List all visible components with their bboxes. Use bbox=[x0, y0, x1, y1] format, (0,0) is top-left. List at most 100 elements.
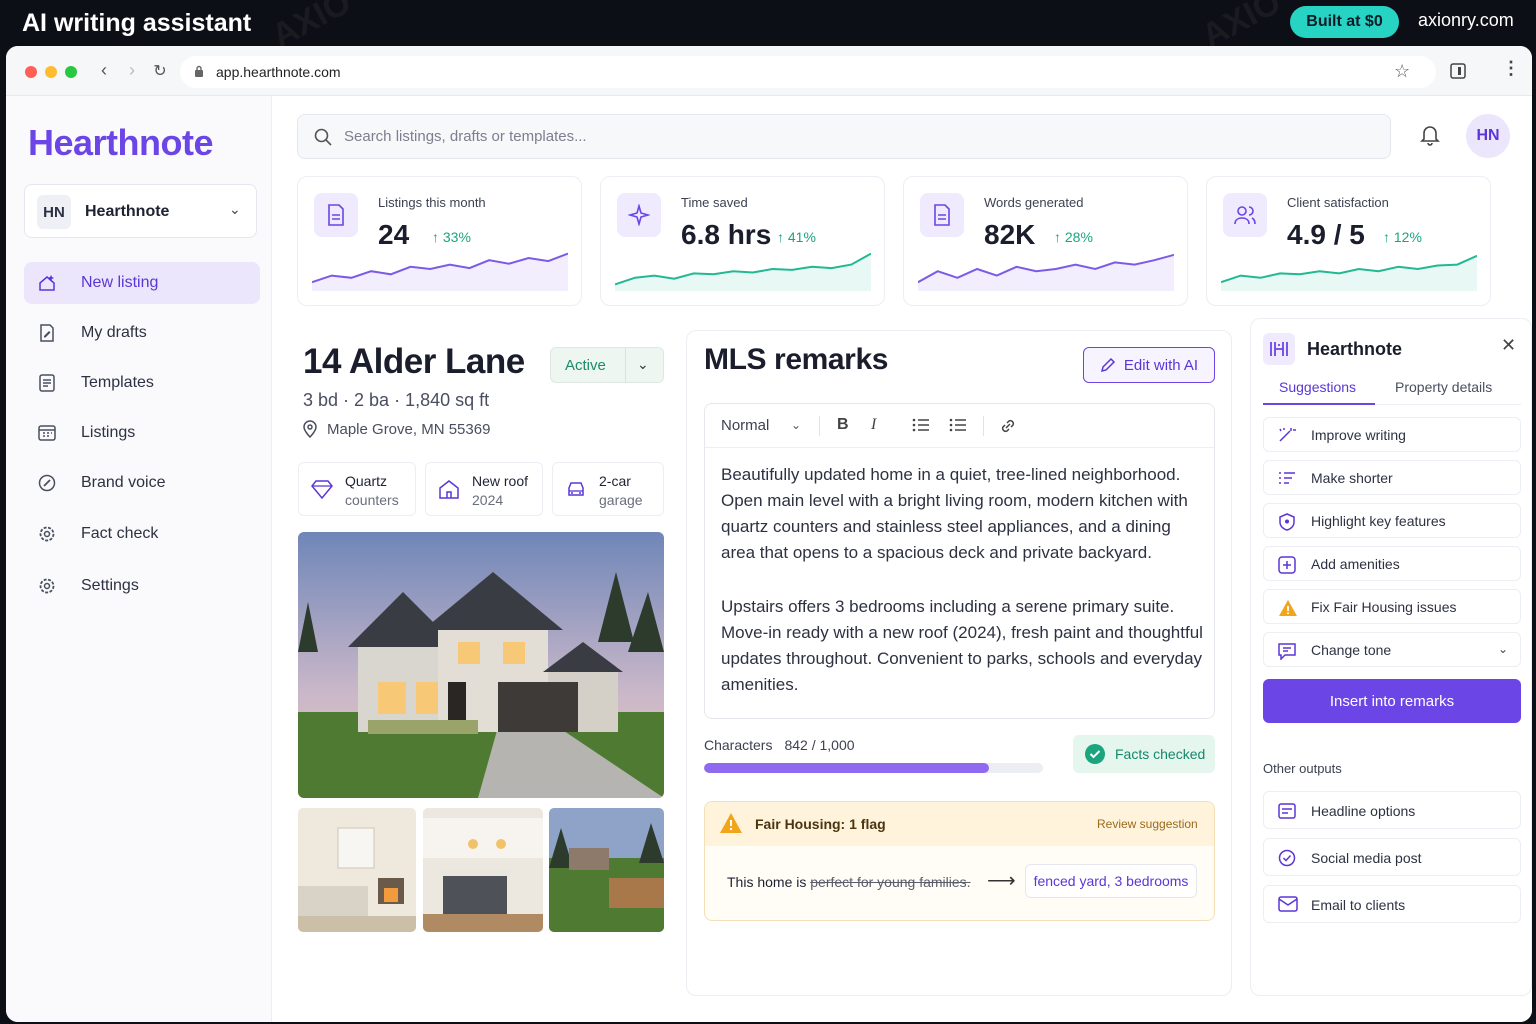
brand-logo[interactable]: Hearthnote bbox=[28, 122, 214, 164]
plus-box-icon bbox=[1278, 556, 1296, 574]
remarks-paragraph: Beautifully updated home in a quiet, tre… bbox=[721, 465, 1188, 562]
action-fix-fair-housing[interactable]: Fix Fair Housing issues bbox=[1263, 589, 1521, 624]
minimize-window-dot[interactable] bbox=[45, 66, 57, 78]
browser-chrome: ‹ › ↻ app.hearthnote.com ☆ ⋮ bbox=[6, 46, 1532, 96]
stat-card-satisfaction: Client satisfaction 4.9 / 5 ↑ 12% bbox=[1206, 176, 1491, 306]
flagged-phrase: perfect for young families. bbox=[810, 874, 971, 890]
action-improve-writing[interactable]: Improve writing bbox=[1263, 417, 1521, 452]
output-headline-options[interactable]: Headline options bbox=[1263, 791, 1521, 829]
maximize-window-dot[interactable] bbox=[65, 66, 77, 78]
document-icon bbox=[314, 193, 358, 237]
stat-label: Time saved bbox=[681, 195, 748, 210]
replacement-suggestion-button[interactable]: fenced yard, 3 bedrooms bbox=[1025, 864, 1197, 898]
close-window-dot[interactable] bbox=[25, 66, 37, 78]
sidebar-item-brand-voice[interactable]: Brand voice bbox=[24, 462, 260, 504]
output-social-media-post[interactable]: Social media post bbox=[1263, 838, 1521, 876]
review-suggestion-link[interactable]: Review suggestion bbox=[1097, 817, 1198, 831]
insert-into-remarks-button[interactable]: Insert into remarks bbox=[1263, 679, 1521, 723]
listing-thumbnail[interactable] bbox=[423, 808, 543, 932]
sidebar-item-label: Settings bbox=[81, 577, 139, 594]
lock-icon bbox=[195, 65, 203, 77]
sidebar-item-label: My drafts bbox=[81, 324, 147, 341]
bookmark-star-icon[interactable]: ☆ bbox=[1394, 61, 1410, 82]
facts-checked-badge[interactable]: Facts checked bbox=[1073, 735, 1215, 773]
remarks-editor-card: MLS remarks Edit with AI Normal ⌄ B I Be… bbox=[686, 330, 1232, 996]
workspace-name: Hearthnote bbox=[85, 203, 170, 220]
reload-icon[interactable]: ↻ bbox=[150, 61, 170, 81]
action-change-tone[interactable]: Change tone ⌄ bbox=[1263, 632, 1521, 667]
location-text: Maple Grove, MN 55369 bbox=[327, 420, 491, 438]
wand-icon bbox=[1279, 428, 1296, 442]
built-badge[interactable]: Built at $0 bbox=[1290, 6, 1399, 38]
sidebar-item-new-listing[interactable]: New listing bbox=[24, 262, 260, 304]
feature-title: Quartz bbox=[345, 473, 388, 489]
sidebar-item-fact-check[interactable]: Fact check bbox=[24, 513, 260, 555]
banner-title: AI writing assistant bbox=[22, 8, 252, 37]
edit-with-ai-button[interactable]: Edit with AI bbox=[1083, 347, 1215, 383]
sparkle-icon bbox=[617, 193, 661, 237]
feature-title: New roof bbox=[472, 473, 529, 489]
chevron-down-icon: ⌄ bbox=[1498, 642, 1509, 656]
text-style-select[interactable]: Normal bbox=[721, 417, 769, 434]
address-bar[interactable]: app.hearthnote.com ☆ bbox=[180, 56, 1436, 88]
stat-label: Listings this month bbox=[378, 195, 486, 210]
numbered-list-icon[interactable] bbox=[949, 417, 967, 433]
rich-text-editor[interactable]: Normal ⌄ B I Beautifully updated home in… bbox=[704, 403, 1215, 719]
stat-sparkline bbox=[312, 252, 568, 291]
action-highlight-key-features[interactable]: Highlight key features bbox=[1263, 503, 1521, 538]
document-icon bbox=[920, 193, 964, 237]
sidebar-item-my-drafts[interactable]: My drafts bbox=[24, 312, 260, 354]
panel-title: Hearthnote bbox=[1307, 339, 1403, 359]
more-menu-icon[interactable]: ⋮ bbox=[1502, 58, 1520, 79]
user-avatar[interactable]: HN bbox=[1466, 114, 1510, 158]
sidebar-item-listings[interactable]: Listings bbox=[24, 412, 260, 454]
listing-address: 14 Alder Lane bbox=[303, 342, 525, 381]
sidebar-item-settings[interactable]: Settings bbox=[24, 565, 260, 607]
output-label: Social media post bbox=[1311, 850, 1422, 866]
sidebar-toggle-icon[interactable] bbox=[1450, 63, 1466, 79]
sidebar-item-templates[interactable]: Templates bbox=[24, 362, 260, 404]
workspace-switcher[interactable]: HN Hearthnote ⌄ bbox=[24, 184, 257, 238]
feature-title: 2-car bbox=[599, 473, 631, 489]
search-input[interactable]: Search listings, drafts or templates... bbox=[297, 114, 1391, 159]
output-email-to-clients[interactable]: Email to clients bbox=[1263, 885, 1521, 923]
back-icon[interactable]: ‹ bbox=[94, 60, 114, 81]
hearthnote-logo-icon bbox=[1263, 333, 1295, 365]
action-label: Add amenities bbox=[1311, 556, 1400, 572]
sidebar-item-label: Brand voice bbox=[81, 474, 166, 491]
tab-property-details[interactable]: Property details bbox=[1395, 379, 1492, 395]
character-progress-bar bbox=[704, 763, 1043, 773]
listing-thumbnail[interactable] bbox=[549, 808, 664, 932]
feature-chip: 2-car garage bbox=[552, 462, 664, 516]
sparkline-area bbox=[1221, 255, 1477, 291]
tab-suggestions[interactable]: Suggestions bbox=[1279, 379, 1356, 395]
action-label: Make shorter bbox=[1311, 470, 1393, 486]
bell-icon[interactable] bbox=[1420, 124, 1440, 146]
action-make-shorter[interactable]: Make shorter bbox=[1263, 460, 1521, 495]
listing-main-photo[interactable] bbox=[298, 532, 664, 798]
status-dropdown[interactable]: Active ⌄ bbox=[550, 347, 664, 383]
stat-delta: ↑ 28% bbox=[1054, 229, 1093, 245]
edit-with-ai-label: Edit with AI bbox=[1123, 356, 1199, 374]
remarks-text[interactable]: Beautifully updated home in a quiet, tre… bbox=[721, 462, 1205, 726]
stat-delta-value: 28% bbox=[1064, 229, 1093, 245]
action-label: Fix Fair Housing issues bbox=[1311, 599, 1457, 615]
action-add-amenities[interactable]: Add amenities bbox=[1263, 546, 1521, 581]
search-icon bbox=[314, 128, 332, 146]
warning-icon bbox=[720, 813, 742, 833]
fair-housing-title: Fair Housing: 1 flag bbox=[755, 816, 886, 832]
listing-thumbnail[interactable] bbox=[298, 808, 416, 932]
feature-detail: 2024 bbox=[472, 492, 504, 508]
house-icon bbox=[439, 480, 459, 499]
link-icon[interactable] bbox=[999, 417, 1017, 435]
editor-title: MLS remarks bbox=[704, 343, 889, 376]
close-icon[interactable]: ✕ bbox=[1501, 335, 1516, 356]
diamond-icon bbox=[311, 480, 333, 499]
banner-site[interactable]: axionry.com bbox=[1418, 10, 1514, 31]
forward-icon[interactable]: › bbox=[122, 60, 142, 81]
warning-icon bbox=[1279, 600, 1297, 616]
bullet-list-icon[interactable] bbox=[912, 417, 930, 433]
italic-icon[interactable]: I bbox=[871, 416, 876, 434]
fair-housing-alert: Fair Housing: 1 flag Review suggestion T… bbox=[704, 801, 1215, 921]
bold-icon[interactable]: B bbox=[837, 416, 849, 434]
